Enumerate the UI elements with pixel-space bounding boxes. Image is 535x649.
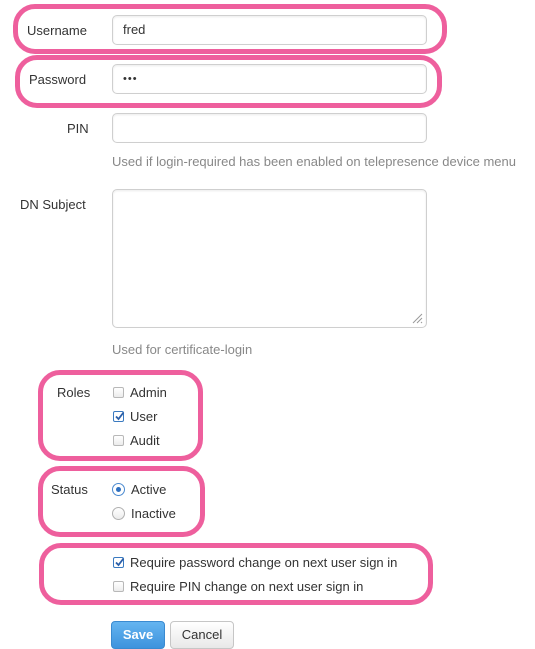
username-label: Username bbox=[27, 23, 87, 38]
resize-grip-icon[interactable] bbox=[411, 312, 423, 324]
require-password-change-checkbox[interactable] bbox=[113, 557, 125, 568]
role-admin-checkbox[interactable] bbox=[113, 387, 124, 398]
dn-subject-textarea[interactable] bbox=[112, 189, 427, 328]
status-active-radio[interactable] bbox=[112, 483, 125, 496]
radio-dot-icon bbox=[116, 487, 121, 492]
require-pin-change-checkbox[interactable] bbox=[113, 581, 124, 592]
dn-subject-label: DN Subject bbox=[20, 197, 86, 212]
pin-input[interactable] bbox=[112, 113, 427, 143]
password-input[interactable]: ••• bbox=[112, 64, 427, 94]
status-inactive-radio[interactable] bbox=[112, 507, 125, 520]
require-pin-change-label: Require PIN change on next user sign in bbox=[130, 579, 364, 594]
cancel-button[interactable]: Cancel bbox=[170, 621, 234, 649]
pin-help-text: Used if login-required has been enabled … bbox=[112, 154, 516, 169]
username-input[interactable]: fred bbox=[112, 15, 427, 45]
status-highlight bbox=[38, 466, 205, 537]
role-audit-checkbox[interactable] bbox=[113, 435, 124, 446]
dn-subject-help-text: Used for certificate-login bbox=[112, 342, 253, 357]
role-user-label: User bbox=[130, 409, 158, 424]
role-user-checkbox[interactable] bbox=[113, 411, 125, 422]
checkmark-icon bbox=[115, 557, 125, 567]
status-label: Status bbox=[51, 482, 88, 497]
require-password-change-label: Require password change on next user sig… bbox=[130, 555, 398, 570]
roles-label: Roles bbox=[57, 385, 91, 400]
pin-label: PIN bbox=[67, 121, 89, 136]
save-button[interactable]: Save bbox=[111, 621, 165, 649]
role-audit-label: Audit bbox=[130, 433, 160, 448]
checkmark-icon bbox=[115, 411, 125, 421]
role-admin-label: Admin bbox=[130, 385, 167, 400]
require-change-highlight bbox=[39, 543, 433, 605]
status-inactive-label: Inactive bbox=[131, 506, 176, 521]
status-active-label: Active bbox=[131, 482, 167, 497]
password-label: Password bbox=[29, 72, 87, 87]
